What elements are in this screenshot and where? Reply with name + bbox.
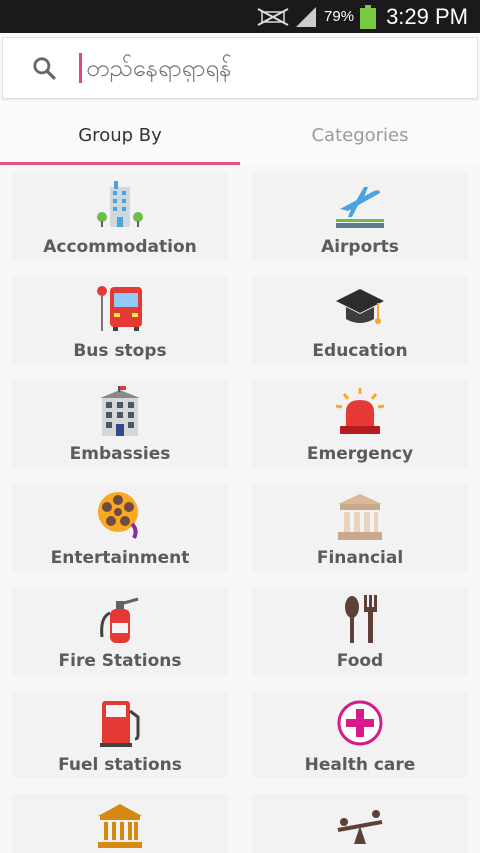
bus-icon (94, 283, 146, 335)
category-label: Airports (321, 237, 399, 257)
tab-bar: Group By Categories (0, 105, 480, 165)
category-food[interactable]: Food (240, 579, 480, 683)
category-label: Fuel stations (58, 754, 182, 775)
search-input[interactable] (86, 54, 416, 82)
clock: 3:29 PM (386, 3, 468, 29)
category-label: Education (312, 340, 408, 361)
hotel-icon (94, 179, 146, 231)
category-airports[interactable]: Airports (240, 165, 480, 269)
film-reel-icon (94, 490, 146, 542)
category-label: Bus stops (73, 340, 167, 361)
category-label: Embassies (69, 444, 171, 464)
category-financial[interactable]: Financial (240, 476, 480, 580)
status-bar: 79% 3:29 PM (0, 0, 480, 33)
category-grid: Accommodation Airports Bus stops Educati… (0, 165, 480, 853)
embassy-building-icon (94, 386, 146, 438)
search-icon[interactable] (31, 55, 57, 81)
category-embassies[interactable]: Embassies (0, 372, 240, 476)
seesaw-icon (334, 800, 386, 852)
category-bus-stops[interactable]: Bus stops (0, 269, 240, 373)
medical-cross-icon (334, 697, 386, 749)
category-fuel-stations[interactable]: Fuel stations (0, 683, 240, 787)
signal-icon (296, 6, 317, 27)
category-education[interactable]: Education (240, 269, 480, 373)
category-label: Fire Stations (58, 651, 182, 671)
category-playground[interactable] (240, 786, 480, 853)
search-bar (0, 33, 480, 105)
bank-icon (334, 490, 386, 542)
category-label: Accommodation (43, 237, 197, 257)
graduation-cap-icon (334, 283, 386, 335)
fire-extinguisher-icon (94, 593, 146, 645)
no-sim-icon (257, 7, 289, 26)
tab-group-by[interactable]: Group By (0, 105, 240, 165)
fuel-pump-icon (94, 697, 146, 749)
category-label: Entertainment (50, 547, 190, 568)
category-label: Food (336, 651, 384, 671)
category-entertainment[interactable]: Entertainment (0, 476, 240, 580)
battery-icon (360, 4, 377, 29)
tab-categories[interactable]: Categories (240, 105, 480, 165)
search-box[interactable] (2, 37, 478, 99)
category-emergency[interactable]: Emergency (240, 372, 480, 476)
category-health-care[interactable]: Health care (240, 683, 480, 787)
battery-percent: 79% (324, 8, 355, 25)
text-cursor (79, 53, 82, 83)
category-label: Emergency (306, 444, 414, 464)
category-museum[interactable] (0, 786, 240, 853)
siren-icon (334, 386, 386, 438)
category-label: Financial (316, 547, 404, 568)
museum-icon (94, 800, 146, 852)
category-label: Health care (304, 754, 416, 775)
airplane-icon (334, 179, 386, 231)
fork-spoon-icon (334, 593, 386, 645)
category-accommodation[interactable]: Accommodation (0, 165, 240, 269)
category-fire-stations[interactable]: Fire Stations (0, 579, 240, 683)
